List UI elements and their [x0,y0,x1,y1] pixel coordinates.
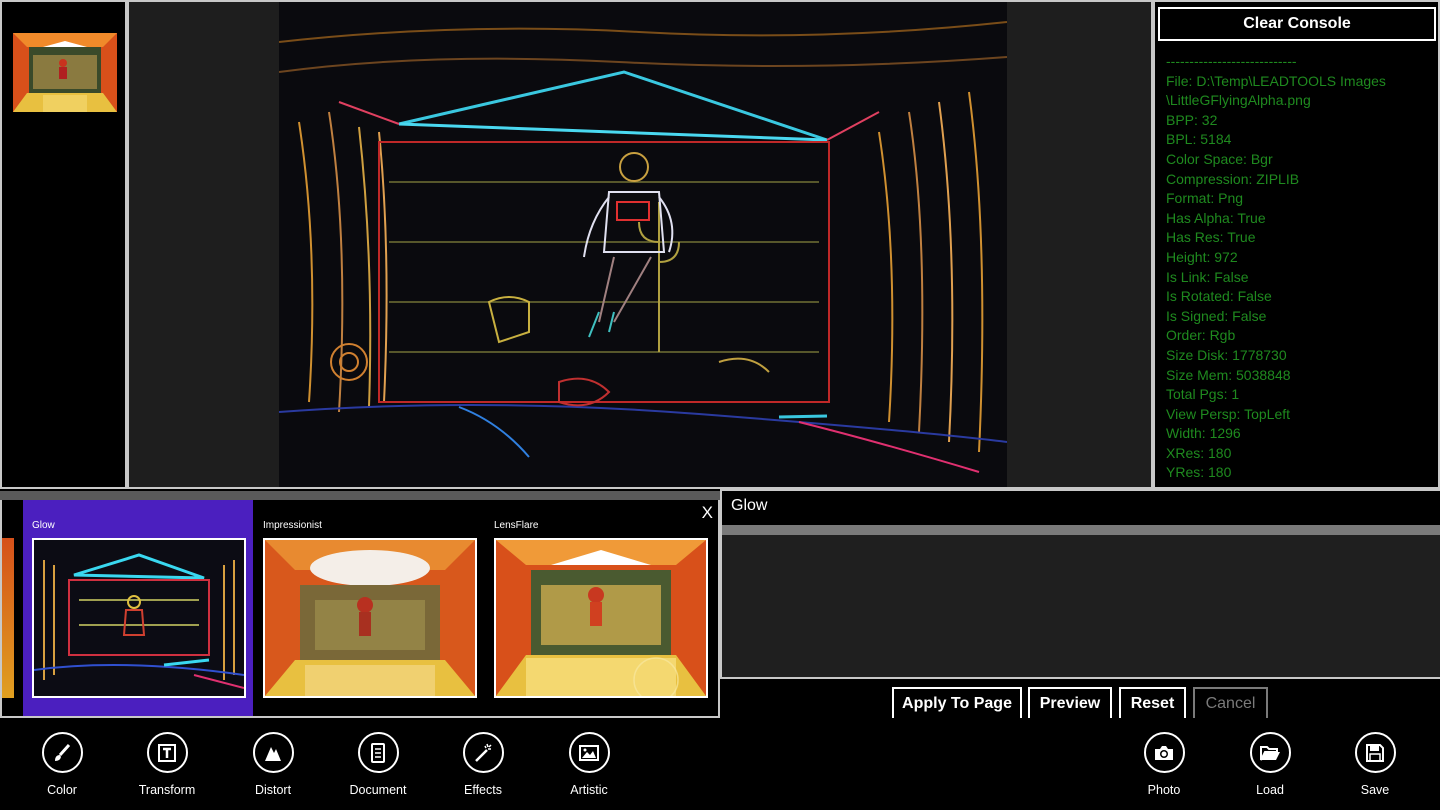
page-thumbnail[interactable] [13,33,117,112]
effect-label: Glow [32,520,55,531]
console-line: Size Disk: 1778730 [1166,346,1287,363]
console-line: ---------------------------- [1166,53,1297,69]
folder-open-icon [1249,732,1291,773]
app-label: Save [1360,783,1390,797]
photo-button[interactable]: Photo [1114,732,1214,797]
effects-strip: Glow Impressionist LensFlare X [0,489,720,718]
app-label: Effects [464,783,502,797]
artistic-icon [568,732,610,773]
app-label: Document [349,783,407,797]
document-icon [357,732,399,773]
console-line: Order: Rgb [1166,327,1236,344]
console-line: Compression: ZIPLIB [1166,170,1300,187]
main-image [279,2,1007,487]
effect-label: Impressionist [263,520,322,531]
effect-preview-glow [32,538,246,698]
console-line: Size Mem: 5038848 [1166,366,1291,383]
load-button[interactable]: Load [1220,732,1320,797]
distort-icon [252,732,294,773]
effect-preview-lensflare [494,538,708,698]
console-line: BPL: 5184 [1166,131,1232,148]
console-line: Total Pgs: 1 [1166,386,1240,403]
app-label: Distort [254,783,292,797]
effect-tile-lensflare[interactable]: LensFlare [485,500,715,716]
brush-icon [41,732,83,773]
previous-effect-preview[interactable] [2,538,14,698]
console-line: XRes: 180 [1166,444,1232,461]
console-line: View Persp: TopLeft [1166,405,1291,422]
console-line: Is Signed: False [1166,307,1267,324]
console-line: Width: 1296 [1166,425,1241,442]
camera-icon [1143,732,1185,773]
cancel-button[interactable]: Cancel [1193,687,1268,720]
console-line: Has Alpha: True [1166,209,1266,226]
properties-title: Glow [731,497,768,514]
transform-button[interactable]: Transform [117,732,217,797]
app-label: Load [1256,783,1284,797]
preview-button[interactable]: Preview [1028,687,1112,720]
distort-button[interactable]: Distort [223,732,323,797]
clear-console-button[interactable]: Clear Console [1158,7,1436,41]
console-line: Color Space: Bgr [1166,150,1273,167]
properties-footer: Apply To Page Preview Reset Cancel [720,677,1440,720]
console-line: Has Res: True [1166,229,1256,246]
reset-button[interactable]: Reset [1119,687,1186,720]
effects-list: Glow Impressionist LensFlare X [0,500,720,718]
apply-to-page-button[interactable]: Apply To Page [892,687,1022,720]
app-bar: Color Transform Distort Document Effects… [0,718,1440,810]
console-line: File: D:\Temp\LEADTOOLS Images [1166,72,1386,89]
effects-button[interactable]: Effects [433,732,533,797]
app-label: Transform [138,783,196,797]
color-button[interactable]: Color [12,732,112,797]
console-line: YRes: 180 [1166,464,1232,481]
console-output: ---------------------------- File: D:\Te… [1166,52,1436,483]
effect-label: LensFlare [494,520,539,531]
properties-content-area [722,535,1440,677]
console-line: Format: Png [1166,190,1244,207]
console-line: Is Link: False [1166,268,1249,285]
close-effects-button[interactable]: X [702,503,713,523]
save-button[interactable]: Save [1325,732,1425,797]
artistic-button[interactable]: Artistic [539,732,639,797]
app-label: Photo [1147,783,1181,797]
console-panel: Clear Console --------------------------… [1153,0,1440,489]
transform-icon [146,732,188,773]
effects-scrollbar[interactable] [0,491,720,500]
image-viewer[interactable] [127,0,1153,489]
console-line: Is Rotated: False [1166,288,1272,305]
effect-tile-glow[interactable]: Glow [23,500,253,716]
save-icon [1354,732,1396,773]
thumbnail-panel [0,0,127,489]
effect-properties-panel: Glow Apply To Page Preview Reset Cancel [720,489,1440,720]
console-line: \LittleGFlyingAlpha.png [1166,92,1311,109]
magic-wand-icon [462,732,504,773]
effect-tile-impressionist[interactable]: Impressionist [254,500,484,716]
app-label: Color [47,783,77,797]
document-button[interactable]: Document [328,732,428,797]
console-line: Height: 972 [1166,248,1238,265]
app-label: Artistic [570,783,608,797]
properties-progress-bar [722,525,1440,535]
console-line: BPP: 32 [1166,111,1218,128]
effect-preview-impressionist [263,538,477,698]
